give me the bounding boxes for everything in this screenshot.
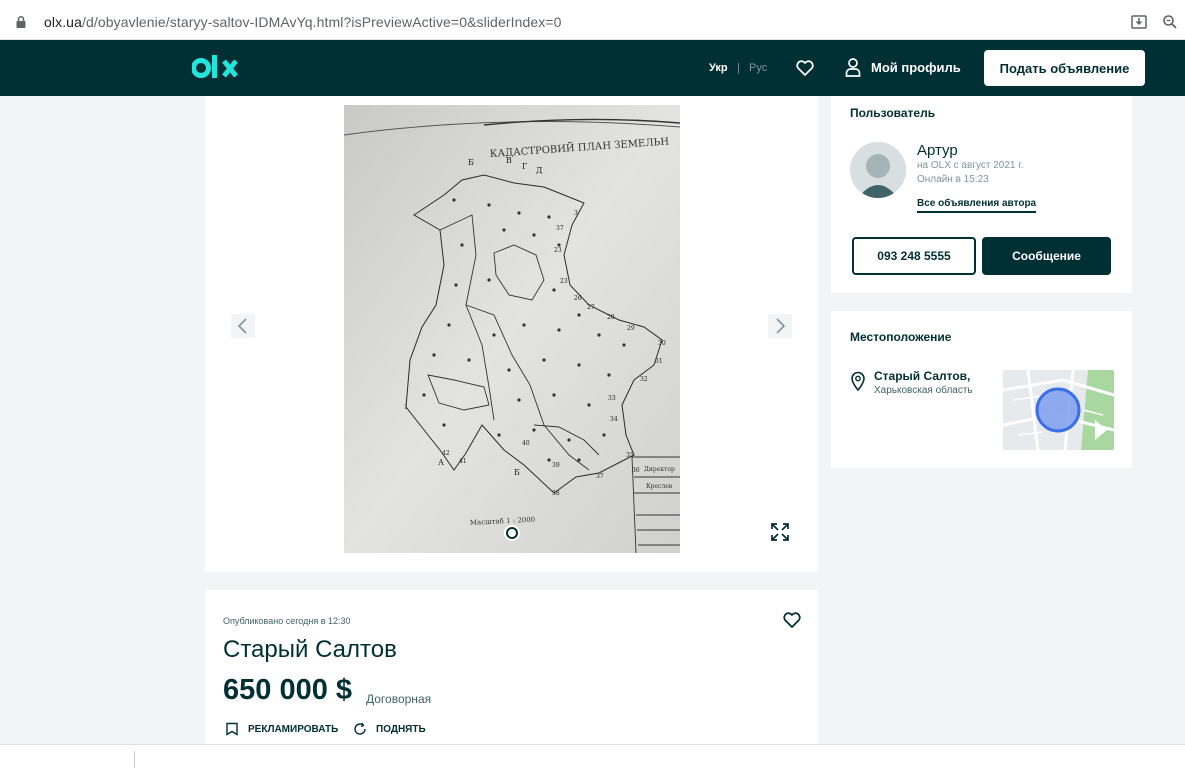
seller-since: на OLX с август 2021 г. [917, 160, 1024, 171]
stamp-line-director: Директор [644, 466, 675, 473]
install-app-icon[interactable] [1130, 13, 1148, 31]
url-path: /d/obyavlenie/staryy-saltov-IDMAvYq.html… [81, 14, 562, 30]
my-profile-link[interactable]: Мой профиль [871, 60, 961, 75]
svg-text:34: 34 [610, 416, 618, 423]
lang-ukr[interactable]: Укр [709, 62, 728, 74]
seller-last-online: Онлайн в 15:23 [917, 174, 989, 185]
heart-icon[interactable] [795, 59, 815, 77]
svg-text:29: 29 [627, 325, 635, 332]
location-pin-icon [851, 371, 865, 391]
url-text[interactable]: olx.ua/d/obyavlenie/staryy-saltov-IDMAvY… [44, 14, 562, 30]
heart-icon[interactable] [782, 611, 802, 629]
avatar[interactable] [850, 142, 906, 198]
user-avatar-icon [850, 142, 906, 198]
location-region: Харьковская область [874, 385, 973, 396]
raise-label: ПОДНЯТЬ [376, 723, 426, 735]
olx-logo[interactable] [192, 52, 248, 84]
svg-text:Д: Д [536, 166, 543, 175]
all-seller-ads-link[interactable]: Все объявления автора [917, 198, 1037, 213]
message-button[interactable]: Сообщение [982, 237, 1111, 275]
stamp-line-name: Креслев [646, 483, 673, 490]
promote-label: РЕКЛАМИРОВАТЬ [248, 723, 339, 735]
published-date: Опубликовано сегодня в 12:30 [223, 616, 351, 626]
svg-text:28: 28 [607, 314, 615, 321]
raise-button[interactable]: ПОДНЯТЬ [353, 722, 426, 736]
svg-text:26: 26 [574, 295, 582, 302]
zoom-icon[interactable] [1161, 13, 1179, 31]
svg-text:В: В [506, 156, 512, 165]
seller-name: Артур [917, 142, 958, 159]
bottom-bar [0, 744, 1185, 768]
location-city: Старый Салтов, [874, 369, 971, 383]
svg-text:41: 41 [459, 458, 467, 465]
divider [134, 751, 135, 768]
fullscreen-icon[interactable] [770, 522, 790, 542]
svg-text:39: 39 [552, 462, 560, 469]
svg-text:36: 36 [632, 467, 640, 474]
listing-price: 650 000 $ [223, 674, 353, 706]
photo-gallery: КАДАСТРОВИЙ ПЛАН ЗЕМЕЛЬН 1 42 41 40 39 37 [205, 96, 818, 572]
next-photo-button[interactable] [768, 314, 792, 338]
site-header: Укр | Рус Мой профиль Подать объявление [0, 40, 1185, 96]
listing-title: Старый Салтов [223, 636, 397, 663]
address-row[interactable]: olx.ua/d/obyavlenie/staryy-saltov-IDMAvY… [0, 8, 1185, 36]
seller-card: Пользователь Артур на OLX с август 2021 … [831, 96, 1132, 293]
chevron-left-icon [231, 314, 255, 338]
lang-separator: | [737, 62, 740, 74]
svg-text:33: 33 [608, 395, 616, 402]
lang-rus[interactable]: Рус [749, 62, 767, 74]
location-map[interactable] [1003, 370, 1114, 450]
svg-text:31: 31 [655, 358, 663, 365]
svg-text:38: 38 [552, 490, 560, 497]
negotiable-label: Договорная [366, 692, 432, 706]
svg-text:Б: Б [514, 468, 520, 477]
map-thumbnail [1003, 370, 1114, 450]
promote-button[interactable]: РЕКЛАМИРОВАТЬ [225, 722, 338, 736]
svg-text:Б: Б [468, 158, 474, 167]
browser-address-bar: olx.ua/d/obyavlenie/staryy-saltov-IDMAvY… [0, 0, 1185, 40]
svg-text:32: 32 [640, 376, 648, 383]
previous-photo-button[interactable] [231, 314, 255, 338]
svg-text:30: 30 [658, 340, 666, 347]
slider-dot-active[interactable] [506, 527, 518, 539]
listing-photo[interactable]: КАДАСТРОВИЙ ПЛАН ЗЕМЕЛЬН 1 42 41 40 39 37 [344, 105, 680, 553]
svg-text:Г: Г [522, 162, 527, 171]
svg-text:23: 23 [554, 247, 562, 254]
svg-text:37: 37 [596, 473, 604, 480]
listing-details: Опубликовано сегодня в 12:30 Старый Салт… [205, 590, 818, 750]
svg-text:35: 35 [626, 452, 634, 459]
svg-text:1: 1 [404, 404, 408, 411]
user-icon[interactable] [845, 57, 861, 77]
post-ad-button[interactable]: Подать объявление [984, 50, 1145, 86]
svg-text:37: 37 [556, 225, 564, 232]
bookmark-icon [226, 722, 238, 736]
seller-section-title: Пользователь [850, 106, 936, 120]
svg-text:40: 40 [522, 440, 530, 447]
svg-text:3: 3 [574, 210, 578, 217]
location-section-title: Местоположение [850, 330, 952, 344]
cadastral-plan-image: КАДАСТРОВИЙ ПЛАН ЗЕМЕЛЬН 14241 403937 35… [344, 105, 680, 553]
svg-text:27: 27 [587, 304, 595, 311]
svg-text:23: 23 [560, 278, 568, 285]
chevron-right-icon [768, 314, 792, 338]
refresh-icon [354, 722, 366, 735]
svg-text:А: А [438, 458, 444, 467]
show-phone-button[interactable]: 093 248 5555 [852, 237, 976, 275]
svg-text:42: 42 [442, 450, 450, 457]
location-card: Местоположение Старый Салтов, Харьковска… [831, 311, 1132, 468]
url-domain: olx.ua [44, 14, 82, 30]
lock-icon[interactable] [14, 15, 28, 29]
